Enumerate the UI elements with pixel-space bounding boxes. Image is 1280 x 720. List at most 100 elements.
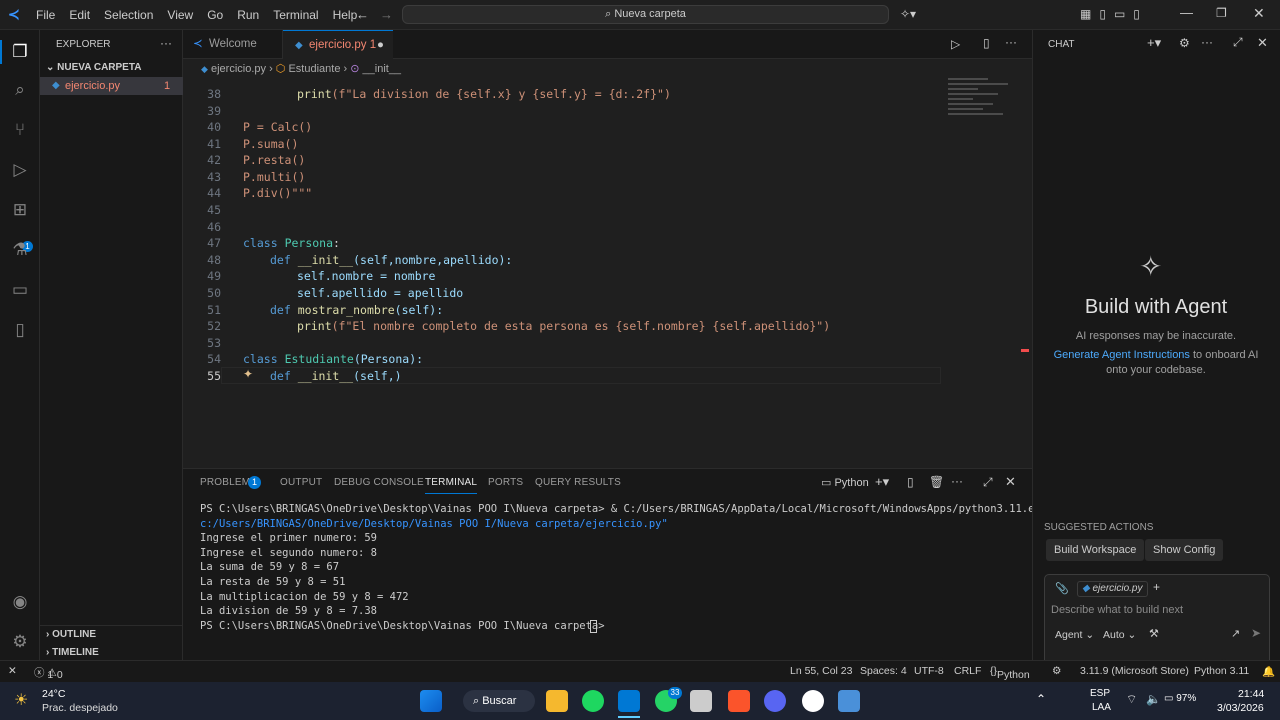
menu-selection[interactable]: Selection — [97, 0, 160, 30]
run-file-icon[interactable]: ▷ — [951, 37, 960, 51]
generate-instructions-link[interactable]: Generate Agent Instructions — [1054, 349, 1190, 361]
brave-icon[interactable] — [728, 690, 750, 712]
explorer-icon[interactable]: ❐ — [8, 40, 32, 64]
settings-gear-icon[interactable]: ⚙ — [8, 630, 32, 654]
tab-terminal[interactable]: TERMINAL — [425, 477, 478, 494]
vscode-taskbar-icon[interactable] — [618, 690, 640, 712]
add-context-icon[interactable]: + — [1153, 580, 1160, 594]
menu-view[interactable]: View — [160, 0, 200, 30]
send-icon[interactable]: ➤ — [1251, 626, 1261, 640]
spotify-icon[interactable] — [582, 690, 604, 712]
new-chat-icon[interactable]: +▾ — [1147, 35, 1161, 51]
close-icon[interactable]: ✕ — [1253, 5, 1265, 22]
menu-file[interactable]: File — [29, 0, 62, 30]
docker-icon[interactable]: ▯ — [8, 318, 32, 342]
extensions-icon[interactable]: ⊞ — [8, 198, 32, 222]
code-token: (f"La division de {self.x} y {self.y} = … — [331, 87, 671, 101]
maximize-panel-icon[interactable]: ⤢ — [983, 475, 993, 490]
breadcrumb-method[interactable]: __init__ — [363, 63, 402, 75]
menu-run[interactable]: Run — [230, 0, 266, 30]
forward-arrow-icon[interactable]: → — [380, 7, 393, 22]
tab-query-results[interactable]: QUERY RESULTS — [535, 477, 621, 488]
input-language[interactable]: ESP — [1090, 688, 1110, 699]
copilot-icon[interactable]: ✧▾ — [900, 7, 916, 21]
python-version[interactable]: Python 3.11 — [1194, 665, 1249, 677]
snipping-tool-icon[interactable] — [690, 690, 712, 712]
maximize-icon[interactable]: ⤢ — [1233, 35, 1243, 50]
notifications-icon[interactable]: 🔔 — [1262, 665, 1275, 678]
tab-debug-console[interactable]: DEBUG CONSOLE — [334, 477, 424, 488]
breadcrumb-class[interactable]: Estudiante — [288, 63, 340, 75]
tab-welcome[interactable]: ≺ Welcome — [183, 30, 283, 59]
volume-icon[interactable]: 🔈 — [1146, 692, 1161, 706]
gear-icon[interactable]: ⚙ — [1179, 36, 1190, 50]
back-arrow-icon[interactable]: ← — [356, 7, 369, 22]
battery-status[interactable]: ▭ 97% — [1164, 693, 1196, 704]
menu-go[interactable]: Go — [200, 0, 230, 30]
split-terminal-icon[interactable]: ▯ — [907, 475, 914, 489]
keyboard-layout: LAA — [1092, 702, 1111, 713]
menu-terminal[interactable]: Terminal — [266, 0, 325, 30]
delegate-arrow-icon[interactable]: ↗ — [1231, 627, 1240, 640]
testing-icon[interactable]: ⚗ — [8, 238, 32, 262]
tab-ejercicio[interactable]: ◆ ejercicio.py 1 ● — [283, 30, 393, 60]
model-picker[interactable]: Auto ⌄ — [1103, 629, 1136, 641]
split-editor-icon[interactable]: ▯ — [983, 36, 990, 50]
weather-icon[interactable]: ☀ — [14, 690, 28, 710]
folder-nueva-carpeta[interactable]: ⌄ NUEVA CARPETA — [46, 62, 141, 73]
attach-icon[interactable]: 📎 — [1055, 582, 1069, 595]
close-icon[interactable]: ✕ — [1257, 35, 1268, 51]
timeline-section[interactable]: › TIMELINE — [46, 647, 99, 658]
tab-output[interactable]: OUTPUT — [280, 477, 322, 488]
tray-overflow-icon[interactable]: ⌃ — [1036, 692, 1046, 706]
new-terminal-icon[interactable]: +▾ — [875, 474, 889, 490]
file-row-ejercicio[interactable]: ◆ ejercicio.py 1 — [40, 77, 183, 95]
command-center[interactable]: ⌕ Nueva carpeta — [402, 5, 889, 24]
tools-icon[interactable]: ⚒ — [1149, 627, 1159, 640]
show-config-button[interactable]: Show Config — [1145, 539, 1224, 561]
interpreter[interactable]: 3.11.9 (Microsoft Store) — [1080, 665, 1189, 677]
file-explorer-icon[interactable] — [546, 690, 568, 712]
chatgpt-icon[interactable] — [802, 690, 824, 712]
tab-ports[interactable]: PORTS — [488, 477, 523, 488]
cursor-position[interactable]: Ln 55, Col 23 — [790, 665, 852, 677]
more-actions-icon[interactable]: ··· — [1201, 35, 1213, 49]
vpn-shield-icon[interactable] — [838, 690, 860, 712]
more-actions-icon[interactable]: ··· — [160, 36, 172, 50]
minimap[interactable] — [948, 75, 1018, 155]
taskbar-search[interactable]: ⌕ Buscar — [463, 690, 535, 712]
mode-picker[interactable]: Agent ⌄ — [1055, 629, 1094, 641]
remote-explorer-icon[interactable]: ▭ — [8, 278, 32, 302]
windows-start-icon[interactable] — [420, 690, 442, 712]
language-mode[interactable]: {} Python — [990, 665, 1030, 681]
clock-time[interactable]: 21:44 — [1238, 688, 1264, 700]
problems-status[interactable]: ⓧ 1 ⚠ 0 — [34, 665, 63, 681]
sparkle-icon[interactable]: ✦ — [243, 367, 253, 381]
run-debug-icon[interactable]: ▷ — [8, 158, 32, 182]
discord-icon[interactable] — [764, 690, 786, 712]
close-panel-icon[interactable]: ✕ — [1005, 474, 1016, 490]
terminal-prompt[interactable]: PS C:\Users\BRINGAS\OneDrive\Desktop\Vai… — [200, 620, 611, 632]
search-icon[interactable]: ⌕ — [8, 78, 32, 102]
source-control-icon[interactable]: ⑂ — [8, 118, 32, 142]
menu-edit[interactable]: Edit — [62, 0, 97, 30]
indentation[interactable]: Spaces: 4 — [860, 665, 907, 677]
line-ending[interactable]: CRLF — [954, 665, 981, 677]
wifi-icon[interactable]: ⌔ — [1126, 692, 1137, 707]
more-actions-icon[interactable]: ··· — [951, 474, 963, 488]
trash-icon[interactable]: 🗑 — [929, 475, 944, 489]
temperature[interactable]: 24°C — [42, 688, 65, 700]
encoding[interactable]: UTF-8 — [914, 665, 944, 677]
remote-icon[interactable]: ✕ — [8, 665, 17, 677]
vscode-logo-icon[interactable]: ≺ — [8, 7, 22, 21]
maximize-icon[interactable]: ❐ — [1216, 6, 1227, 20]
terminal-shell-selector[interactable]: ▭ Python — [821, 476, 869, 489]
more-actions-icon[interactable]: ··· — [1005, 35, 1017, 49]
minimize-icon[interactable]: — — [1180, 5, 1193, 20]
context-file-chip[interactable]: ◆ ejercicio.py — [1077, 581, 1148, 597]
unsaved-dot-icon[interactable]: ● — [377, 31, 384, 60]
breadcrumb-file[interactable]: ejercicio.py — [211, 63, 266, 75]
outline-section[interactable]: › OUTLINE — [46, 629, 96, 640]
build-workspace-button[interactable]: Build Workspace — [1046, 539, 1145, 561]
account-icon[interactable]: ◉ — [8, 590, 32, 614]
